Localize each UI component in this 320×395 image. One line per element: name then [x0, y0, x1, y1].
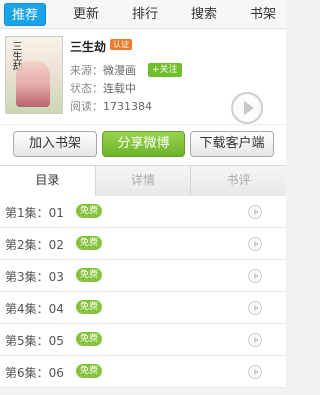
- nav-item-bookshelf[interactable]: 书架: [244, 3, 282, 26]
- share-weibo-button[interactable]: 分享微博: [102, 131, 185, 157]
- nav-item-ranking[interactable]: 排行: [126, 3, 164, 26]
- verified-badge: 认证: [110, 39, 132, 50]
- free-badge: 免费: [76, 332, 103, 346]
- reads-label: 阅读：: [70, 100, 103, 113]
- tab-bar: 目录 详情 书评: [0, 165, 286, 196]
- top-nav: 推荐 更新 排行 搜索 书架: [0, 0, 286, 29]
- list-item[interactable]: 第3集：03 免费: [0, 260, 286, 292]
- list-item[interactable]: 第1集：01 免费: [0, 196, 286, 228]
- free-badge: 免费: [76, 236, 103, 250]
- add-to-shelf-button[interactable]: 加入书架: [13, 131, 97, 157]
- episode-label: 第1集：01: [5, 206, 64, 220]
- meta-source: 来源：微漫画: [70, 62, 136, 78]
- book-cover-image[interactable]: 三生劫: [5, 36, 63, 114]
- list-item[interactable]: 第5集：05 免费: [0, 324, 286, 356]
- book-info-panel: 三生劫 三生劫 认证 来源：微漫画 +关注 状态：连载中 阅读：1731384: [0, 29, 286, 125]
- download-client-button[interactable]: 下载客户端: [190, 131, 274, 157]
- source-value[interactable]: 微漫画: [103, 64, 136, 77]
- action-bar: 加入书架 分享微博 下载客户端: [0, 125, 286, 165]
- nav-item-recommend[interactable]: 推荐: [4, 2, 47, 26]
- episode-list: 第1集：01 免费 第2集：02 免费 第3集：03 免费 第4集：04 免费 …: [0, 196, 286, 388]
- reads-value: 1731384: [103, 100, 152, 113]
- app-root: 推荐 更新 排行 搜索 书架 三生劫 三生劫 认证 来源：微漫画 +关注 状态：…: [0, 0, 286, 395]
- episode-label: 第4集：04: [5, 302, 64, 316]
- free-badge: 免费: [76, 268, 103, 282]
- nav-item-updates[interactable]: 更新: [67, 3, 105, 26]
- free-badge: 免费: [76, 364, 103, 378]
- free-badge: 免费: [76, 300, 103, 314]
- cover-illustration: [16, 61, 50, 107]
- episode-label: 第2集：02: [5, 238, 64, 252]
- meta-status: 状态：连载中: [70, 80, 136, 96]
- list-item[interactable]: 第2集：02 免费: [0, 228, 286, 260]
- episode-label: 第5集：05: [5, 334, 64, 348]
- follow-button[interactable]: +关注: [148, 63, 182, 77]
- status-value: 连载中: [103, 82, 136, 95]
- tab-reviews[interactable]: 书评: [191, 166, 286, 196]
- nav-item-search[interactable]: 搜索: [185, 3, 223, 26]
- play-icon[interactable]: [248, 269, 262, 283]
- play-icon[interactable]: [248, 301, 262, 315]
- status-label: 状态：: [70, 82, 103, 95]
- play-icon[interactable]: [248, 365, 262, 379]
- list-item[interactable]: 第6集：06 免费: [0, 356, 286, 388]
- play-icon[interactable]: [248, 205, 262, 219]
- list-item[interactable]: 第4集：04 免费: [0, 292, 286, 324]
- episode-label: 第6集：06: [5, 366, 64, 380]
- read-play-icon[interactable]: [231, 92, 263, 124]
- tab-catalog[interactable]: 目录: [0, 166, 96, 196]
- tab-details[interactable]: 详情: [95, 166, 192, 196]
- meta-reads: 阅读：1731384: [70, 98, 152, 114]
- free-badge: 免费: [76, 204, 103, 218]
- book-title: 三生劫: [70, 40, 107, 54]
- play-icon[interactable]: [248, 333, 262, 347]
- source-label: 来源：: [70, 64, 103, 77]
- episode-label: 第3集：03: [5, 270, 64, 284]
- play-icon[interactable]: [248, 237, 262, 251]
